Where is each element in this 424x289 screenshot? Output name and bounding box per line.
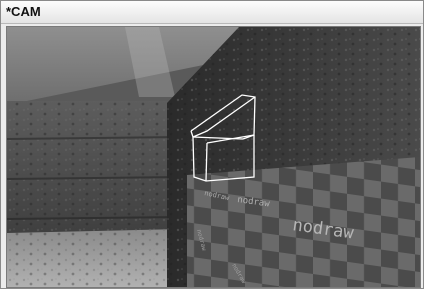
- camera-window: *CAM nodraw nodraw nodraw nodraw nodraw: [0, 0, 424, 289]
- scene-render: nodraw nodraw nodraw nodraw nodraw: [7, 27, 420, 287]
- window-title-bar[interactable]: *CAM: [1, 1, 423, 24]
- window-title: *CAM: [6, 4, 41, 19]
- 3d-camera-viewport[interactable]: nodraw nodraw nodraw nodraw nodraw: [6, 26, 421, 288]
